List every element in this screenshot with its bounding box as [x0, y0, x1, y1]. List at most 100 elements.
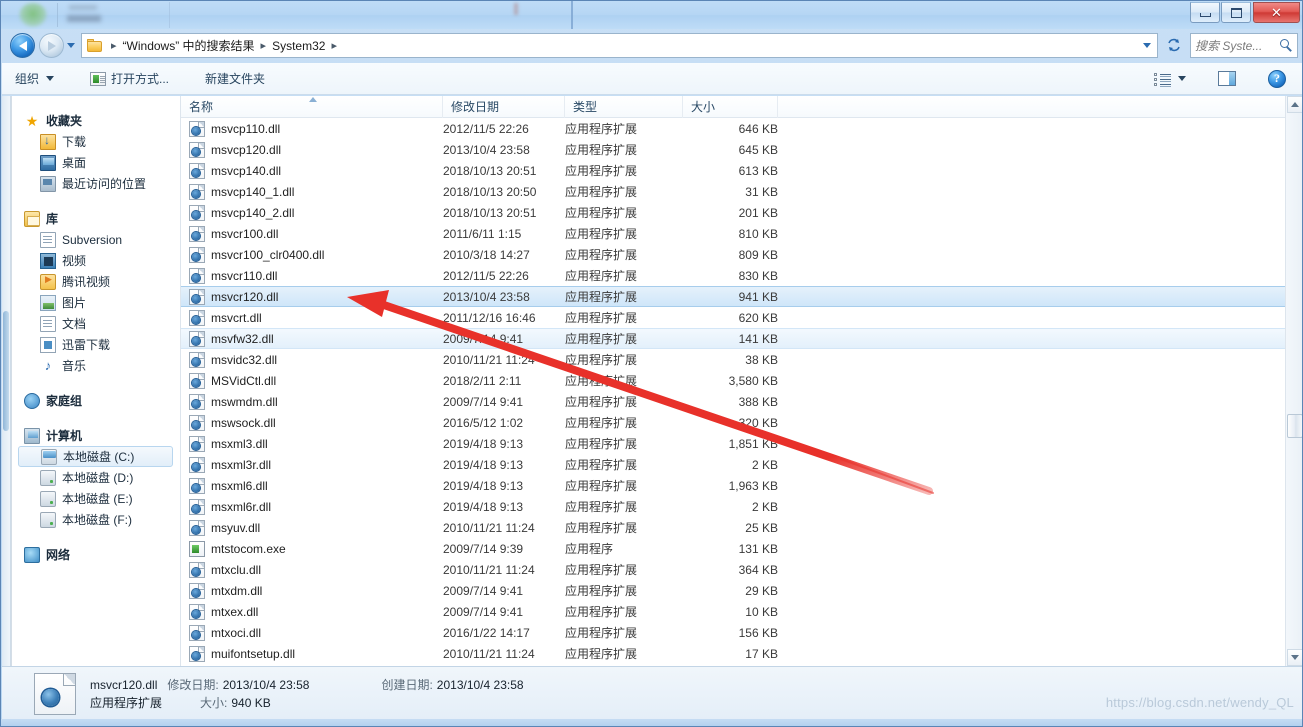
table-row[interactable]: msvfw32.dll 2009/7/14 9:41 应用程序扩展 141 KB — [181, 328, 1285, 349]
refresh-button[interactable] — [1164, 35, 1184, 55]
table-row[interactable]: msvcr100_clr0400.dll 2010/3/18 14:27 应用程序扩… — [181, 244, 1285, 265]
sidebar-item-drive-c[interactable]: 本地磁盘 (C:) — [18, 446, 173, 467]
sidebar-item-drive-d[interactable]: 本地磁盘 (D:) — [12, 467, 179, 488]
sidebar-item-tencent-video[interactable]: 腾讯视频 — [12, 271, 179, 292]
dll-icon — [189, 120, 205, 137]
column-header-type[interactable]: 类型 — [565, 96, 683, 118]
file-list-scrollbar[interactable] — [1285, 96, 1302, 666]
cell-size: 620 KB — [738, 310, 778, 325]
change-view-button[interactable] — [1145, 67, 1195, 91]
close-button[interactable]: ✕ — [1253, 2, 1300, 23]
sidebar-label-subversion: Subversion — [62, 232, 123, 247]
cell-type: 应用程序扩展 — [565, 584, 638, 598]
sidebar-item-drive-e[interactable]: 本地磁盘 (E:) — [12, 488, 179, 509]
title-bar[interactable]: ✕ — [1, 1, 1302, 29]
new-folder-button[interactable]: 新建文件夹 — [196, 67, 274, 91]
help-button[interactable]: ? — [1259, 67, 1295, 91]
cell-date: 2013/10/4 23:58 — [443, 142, 530, 157]
table-row[interactable]: msvcr110.dll 2012/11/5 22:26 应用程序扩展 830 KB — [181, 265, 1285, 286]
address-dropdown-icon[interactable] — [1143, 43, 1151, 48]
sidebar-item-pictures[interactable]: 图片 — [12, 292, 179, 313]
table-row[interactable]: msvidc32.dll 2010/11/21 11:24 应用程序扩展 38 KB — [181, 349, 1285, 370]
details-size-label: 大小: — [200, 696, 228, 710]
table-row[interactable]: msvcp120.dll 2013/10/4 23:58 应用程序扩展 645 KB — [181, 139, 1285, 160]
table-row[interactable]: mtxclu.dll 2010/11/21 11:24 应用程序扩展 364 KB — [181, 559, 1285, 580]
document-icon — [40, 231, 56, 248]
sidebar-scrollbar[interactable] — [2, 96, 11, 666]
sidebar-item-desktop[interactable]: 桌面 — [12, 152, 179, 173]
table-row[interactable]: mswmdm.dll 2009/7/14 9:41 应用程序扩展 388 KB — [181, 391, 1285, 412]
table-row[interactable]: msvcp140.dll 2018/10/13 20:51 应用程序扩展 613 KB — [181, 160, 1285, 181]
sidebar-item-videos[interactable]: 视频 — [12, 250, 179, 271]
dll-icon — [189, 141, 205, 158]
table-row[interactable]: msvcp110.dll 2012/11/5 22:26 应用程序扩展 646 KB — [181, 118, 1285, 139]
search-input[interactable]: 搜索 Syste... — [1195, 37, 1280, 54]
table-row[interactable]: msyuv.dll 2010/11/21 11:24 应用程序扩展 25 KB — [181, 517, 1285, 538]
dll-icon — [189, 288, 205, 305]
dll-icon — [189, 624, 205, 641]
scroll-down-icon — [1291, 655, 1299, 660]
table-row[interactable]: mtstocom.exe 2009/7/14 9:39 应用程序 131 KB — [181, 538, 1285, 559]
cell-date: 2010/11/21 11:24 — [443, 352, 535, 367]
table-row[interactable]: msvcr100.dll 2011/6/11 1:15 应用程序扩展 810 KB — [181, 223, 1285, 244]
table-row[interactable]: msxml6r.dll 2019/4/18 9:13 应用程序扩展 2 KB — [181, 496, 1285, 517]
table-row[interactable]: msxml3r.dll 2019/4/18 9:13 应用程序扩展 2 KB — [181, 454, 1285, 475]
table-row[interactable]: mtxoci.dll 2016/1/22 14:17 应用程序扩展 156 KB — [181, 622, 1285, 643]
cell-name: msvcrt.dll — [181, 309, 443, 326]
table-row[interactable]: muifontsetup.dll 2010/11/21 11:24 应用程序扩展 17… — [181, 643, 1285, 664]
table-row[interactable]: msvcr120.dll 2013/10/4 23:58 应用程序扩展 941 KB — [181, 286, 1285, 307]
forward-button[interactable] — [39, 33, 64, 58]
window-bottom-border — [1, 719, 1302, 726]
organize-button[interactable]: 组织 — [6, 67, 63, 91]
table-row[interactable]: msvcp140_2.dll 2018/10/13 20:51 应用程序扩展 201 … — [181, 202, 1285, 223]
file-list-pane: 名称 修改日期 类型 大小 msvcp110.dll 2012/11/5 22:2… — [180, 96, 1285, 666]
sidebar-item-network[interactable]: 网络 — [12, 544, 179, 565]
cell-name: msyuv.dll — [181, 519, 443, 536]
minimize-button[interactable] — [1190, 2, 1220, 23]
scroll-up-button[interactable] — [1287, 96, 1302, 113]
sidebar-item-thunder-download[interactable]: 迅雷下载 — [12, 334, 179, 355]
sidebar-item-recent-places[interactable]: 最近访问的位置 — [12, 173, 179, 194]
column-header-size[interactable]: 大小 — [683, 96, 778, 118]
sidebar-item-drive-f[interactable]: 本地磁盘 (F:) — [12, 509, 179, 530]
cell-name: mtxex.dll — [181, 603, 443, 620]
sidebar-scrollbar-thumb[interactable] — [3, 311, 9, 431]
address-bar[interactable]: ▸ “Windows” 中的搜索结果 ▸ System32 ▸ — [81, 33, 1158, 58]
cell-name: msxml3.dll — [181, 435, 443, 452]
table-row[interactable]: msxml6.dll 2019/4/18 9:13 应用程序扩展 1,963 KB — [181, 475, 1285, 496]
sidebar-item-computer[interactable]: 计算机 — [12, 425, 179, 446]
table-row[interactable]: msxml3.dll 2019/4/18 9:13 应用程序扩展 1,851 KB — [181, 433, 1285, 454]
sidebar-item-subversion[interactable]: Subversion — [12, 229, 179, 250]
scroll-down-button[interactable] — [1287, 649, 1302, 666]
column-header-filler[interactable] — [778, 96, 1285, 118]
table-row[interactable]: msvcrt.dll 2011/12/16 16:46 应用程序扩展 620 KB — [181, 307, 1285, 328]
toolbar-right-group: ? — [1141, 67, 1302, 91]
history-dropdown-icon[interactable] — [67, 43, 75, 48]
table-row[interactable]: mtxdm.dll 2009/7/14 9:41 应用程序扩展 29 KB — [181, 580, 1285, 601]
cell-type: 应用程序扩展 — [565, 206, 638, 220]
forward-arrow-icon — [47, 40, 56, 51]
table-row[interactable]: MSVidCtl.dll 2018/2/11 2:11 应用程序扩展 3,580 KB — [181, 370, 1285, 391]
table-row[interactable]: msvcp140_1.dll 2018/10/13 20:50 应用程序扩展 31 K… — [181, 181, 1285, 202]
sidebar-item-favorites[interactable]: ★ 收藏夹 — [12, 110, 179, 131]
preview-pane-button[interactable] — [1209, 67, 1245, 91]
cell-type: 应用程序扩展 — [565, 647, 638, 661]
sidebar-item-libraries[interactable]: 库 — [12, 208, 179, 229]
table-row[interactable]: mswsock.dll 2016/5/12 1:02 应用程序扩展 320 KB — [181, 412, 1285, 433]
sidebar-item-documents[interactable]: 文档 — [12, 313, 179, 334]
open-with-button[interactable]: 打开方式... — [81, 67, 178, 91]
column-header-date[interactable]: 修改日期 — [443, 96, 565, 118]
maximize-button[interactable] — [1221, 2, 1251, 23]
back-button[interactable] — [10, 33, 35, 58]
search-box[interactable]: 搜索 Syste... — [1190, 33, 1298, 58]
cell-name: msvcp140_1.dll — [181, 183, 443, 200]
sidebar-item-homegroup[interactable]: 家庭组 — [12, 390, 179, 411]
sidebar-item-music[interactable]: ♪ 音乐 — [12, 355, 179, 376]
dll-icon — [189, 204, 205, 221]
breadcrumb-search-results[interactable]: “Windows” 中的搜索结果 — [123, 37, 255, 54]
file-name: msvcr100_clr0400.dll — [211, 247, 325, 262]
table-row[interactable]: mtxex.dll 2009/7/14 9:41 应用程序扩展 10 KB — [181, 601, 1285, 622]
scrollbar-thumb[interactable] — [1287, 414, 1302, 438]
sidebar-item-downloads[interactable]: 下载 — [12, 131, 179, 152]
breadcrumb-system32[interactable]: System32 — [272, 39, 325, 53]
